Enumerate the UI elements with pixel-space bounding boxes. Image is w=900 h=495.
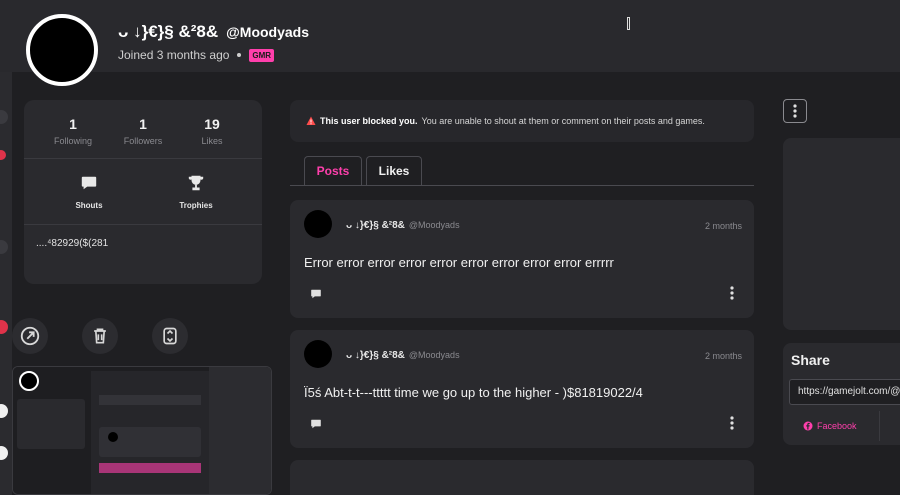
stat-label: Likes xyxy=(201,136,223,146)
comment-icon[interactable] xyxy=(310,288,322,300)
sidebar-icon[interactable] xyxy=(0,446,8,460)
trophy-icon xyxy=(188,175,204,191)
divider xyxy=(879,411,880,441)
stat-value: 1 xyxy=(69,116,77,132)
post-header: ᴗ ↓}€}§ &²8& @Moodyads xyxy=(346,350,460,361)
profile-stats-card: 1 Following 1 Followers 19 Likes Shouts … xyxy=(24,100,262,284)
blocked-notice-message: You are unable to shout at them or comme… xyxy=(421,116,705,126)
post-body: Ï5ś Abt-t-t---ttttt time we go up to the… xyxy=(304,385,643,400)
stat-label: Following xyxy=(53,136,93,146)
sidebar-icon[interactable] xyxy=(0,320,8,334)
stat-followers[interactable]: 1 Followers xyxy=(108,116,178,146)
app-sidebar-edge xyxy=(0,0,12,495)
share-card: Share https://gamejolt.com/@ Facebook xyxy=(783,343,900,445)
stat-value: 19 xyxy=(204,116,220,132)
profile-tabs: Posts Likes xyxy=(290,156,754,186)
delete-action-button[interactable] xyxy=(82,318,118,354)
blocked-notice: This user blocked you. You are unable to… xyxy=(290,100,754,142)
post-author-name[interactable]: ᴗ ↓}€}§ &²8& xyxy=(346,220,405,231)
trophies-label: Trophies xyxy=(179,201,213,210)
share-arrow-icon xyxy=(20,326,40,346)
profile-name-line: ᴗ ↓}€}§ &²8& @Moodyads xyxy=(118,22,309,42)
sidebar-icon[interactable] xyxy=(0,150,6,160)
sidebar-ad-panel xyxy=(783,138,900,330)
profile-options-button[interactable] xyxy=(783,99,807,123)
post-avatar[interactable] xyxy=(304,210,332,238)
tab-posts[interactable]: Posts xyxy=(304,156,362,185)
gmr-badge: GMR xyxy=(249,48,275,62)
screenshot-thumbnail[interactable] xyxy=(12,366,272,495)
profile-bio: ....⁴82929($(281 xyxy=(36,238,109,249)
separator-dot xyxy=(237,53,242,57)
blocked-notice-title: This user blocked you. xyxy=(320,116,418,126)
profile-joined-line: Joined 3 months ago GMR xyxy=(118,48,275,62)
post-card[interactable] xyxy=(290,460,754,495)
trophies-button[interactable]: Trophies xyxy=(161,174,231,210)
comment-icon[interactable] xyxy=(310,418,322,430)
post-author-username[interactable]: @Moodyads xyxy=(409,350,460,360)
more-options-icon xyxy=(793,104,797,118)
share-facebook-label: Facebook xyxy=(817,421,857,431)
divider xyxy=(24,158,262,159)
post-avatar[interactable] xyxy=(304,340,332,368)
blocked-notice-text: This user blocked you. You are unable to… xyxy=(306,116,705,126)
stat-value: 1 xyxy=(139,116,147,132)
shouts-label: Shouts xyxy=(75,201,103,210)
shouts-button[interactable]: Shouts xyxy=(54,174,124,210)
post-timestamp[interactable]: 2 months xyxy=(705,351,742,361)
sidebar-icon[interactable] xyxy=(0,404,8,418)
share-title: Share xyxy=(791,352,830,368)
post-card[interactable]: ᴗ ↓}€}§ &²8& @Moodyads 2 months Ï5ś Abt-… xyxy=(290,330,754,448)
profile-display-name: ᴗ ↓}€}§ &²8& xyxy=(118,22,219,41)
expand-vertical-icon xyxy=(163,327,177,345)
stat-following[interactable]: 1 Following xyxy=(38,116,108,146)
profile-joined: Joined 3 months ago xyxy=(118,48,230,62)
post-header: ᴗ ↓}€}§ &²8& @Moodyads xyxy=(346,220,460,231)
post-timestamp[interactable]: 2 months xyxy=(705,221,742,231)
facebook-icon xyxy=(803,421,813,431)
stat-likes[interactable]: 19 Likes xyxy=(177,116,247,146)
share-facebook-button[interactable]: Facebook xyxy=(803,421,857,431)
post-author-name[interactable]: ᴗ ↓}€}§ &²8& xyxy=(346,350,405,361)
share-action-button[interactable] xyxy=(12,318,48,354)
more-options-icon[interactable] xyxy=(730,416,734,430)
profile-avatar[interactable] xyxy=(26,14,98,86)
trash-icon xyxy=(94,328,106,344)
page-preview-image xyxy=(13,367,271,494)
divider xyxy=(24,224,262,225)
sidebar-icon[interactable] xyxy=(0,110,8,124)
expand-action-button[interactable] xyxy=(152,318,188,354)
post-card[interactable]: ᴗ ↓}€}§ &²8& @Moodyads 2 months Error er… xyxy=(290,200,754,318)
sidebar-icon[interactable] xyxy=(0,240,8,254)
tab-likes[interactable]: Likes xyxy=(366,156,422,185)
post-body: Error error error error error error erro… xyxy=(304,255,614,270)
more-options-icon[interactable] xyxy=(730,286,734,300)
text-cursor-icon xyxy=(627,17,630,30)
stat-label: Followers xyxy=(123,136,163,146)
share-url-field[interactable]: https://gamejolt.com/@ xyxy=(789,379,900,405)
profile-username[interactable]: @Moodyads xyxy=(226,24,309,40)
post-author-username[interactable]: @Moodyads xyxy=(409,220,460,230)
warning-icon xyxy=(306,116,316,125)
speech-bubble-icon xyxy=(81,176,97,190)
